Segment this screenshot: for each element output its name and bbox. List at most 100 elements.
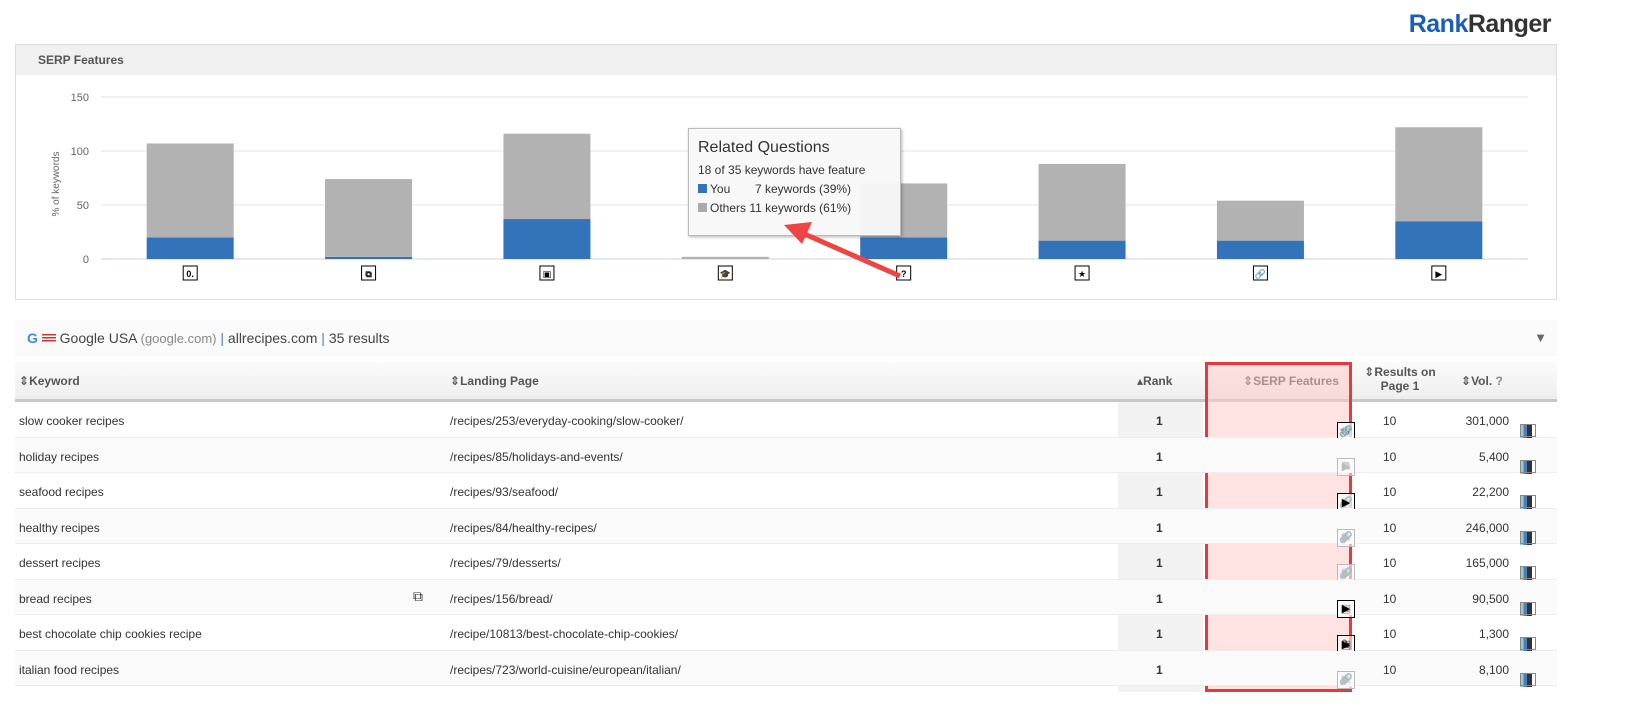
monitor-icon[interactable] — [1520, 495, 1536, 508]
rank-cell: 1 — [1156, 591, 1163, 606]
table-row[interactable]: holiday recipes /recipes/85/holidays-and… — [15, 437, 1557, 476]
keyword-cell[interactable]: dessert recipes — [19, 556, 100, 570]
x-tick-label: ★ — [1078, 269, 1086, 279]
volume-cell: 5,400 — [1478, 449, 1509, 464]
landing-page-cell[interactable]: /recipes/84/healthy-recipes/ — [450, 521, 597, 535]
col-landing-page[interactable]: ⇕Landing Page — [450, 374, 539, 388]
landing-page-cell[interactable]: /recipe/10813/best-chocolate-chip-cookie… — [450, 627, 678, 641]
table-row[interactable]: dessert recipes /recipes/79/desserts/ 1 … — [15, 544, 1557, 582]
monitor-icon[interactable] — [1520, 637, 1536, 650]
you-swatch — [698, 184, 707, 193]
rank-cell: 1 — [1156, 627, 1163, 641]
keyword-cell[interactable]: best chocolate chip cookies recipe — [19, 627, 202, 641]
table-row[interactable]: best chocolate chip cookies recipe /reci… — [15, 615, 1557, 653]
table-row[interactable]: bread recipes ⧉ /recipes/156/bread/ 1 0.… — [15, 579, 1557, 618]
others-swatch — [698, 203, 707, 212]
table-row[interactable]: italian food recipes /recipes/723/world-… — [15, 650, 1557, 689]
volume-cell: 1,300 — [1478, 627, 1509, 641]
results-cell: 10 — [1383, 556, 1397, 570]
serp-feature-icon[interactable]: ▶ — [1337, 670, 1355, 689]
monitor-icon[interactable] — [1520, 566, 1536, 579]
bar-you-video — [1395, 221, 1483, 259]
others-value: 11 keywords (61%) — [749, 201, 852, 215]
rank-cell: 1 — [1156, 485, 1163, 499]
bar-you-site-links — [1216, 240, 1304, 259]
table-row[interactable]: healthy recipes /recipes/84/healthy-reci… — [15, 508, 1557, 547]
monitor-icon[interactable] — [1520, 530, 1536, 544]
y-tick-label: 150 — [71, 92, 89, 104]
results-cell: 10 — [1383, 449, 1397, 464]
bar-you-images — [503, 219, 591, 259]
col-keyword[interactable]: ⇕Keyword — [19, 374, 80, 388]
y-tick-label: 0 — [83, 254, 89, 266]
results-count: 35 results — [328, 330, 390, 346]
landing-page-cell[interactable]: /recipes/79/desserts/ — [450, 556, 561, 570]
col-rank[interactable]: ▴Rank — [1137, 374, 1172, 388]
x-tick-label: 🔗 — [1255, 268, 1266, 280]
y-tick-label: 50 — [77, 200, 89, 212]
bar-you-related-questions — [860, 237, 948, 259]
bar-you-reviews — [1038, 240, 1126, 259]
filter-icon[interactable]: ▼ — [1534, 330, 1547, 345]
bar-you-featured-snippet — [146, 237, 234, 259]
col-results-on-page-1[interactable]: ⇕Results on Page 1 — [1355, 365, 1445, 393]
volume-cell: 246,000 — [1465, 520, 1509, 535]
volume-cell: 90,500 — [1472, 591, 1509, 606]
results-cell: 10 — [1383, 520, 1397, 535]
engine-domain: (google.com) — [140, 331, 217, 346]
you-value: 7 keywords (39%) — [755, 182, 852, 196]
bar-others-images — [503, 133, 591, 220]
tooltip-title: Related Questions — [698, 139, 830, 156]
results-cell: 10 — [1383, 627, 1397, 641]
table-row[interactable]: slow cooker recipes /recipes/253/everyda… — [15, 402, 1557, 440]
x-tick-label: ? — [901, 269, 907, 279]
chart-tooltip: Related Questions 18 of 35 keywords have… — [688, 128, 901, 236]
rank-cell: 1 — [1156, 414, 1163, 428]
landing-page-cell[interactable]: /recipes/156/bread/ — [450, 592, 553, 606]
keyword-cell[interactable]: bread recipes — [19, 592, 92, 606]
bar-others-reviews — [1038, 163, 1126, 241]
results-cell: 10 — [1383, 485, 1397, 499]
engine-name: Google USA — [59, 330, 137, 346]
keyword-cell[interactable]: slow cooker recipes — [19, 414, 124, 428]
bar-others-featured-snippet — [146, 143, 234, 238]
results-cell: 10 — [1383, 591, 1397, 606]
x-tick-label: ▣ — [543, 269, 552, 279]
col-volume[interactable]: ⇕Vol. ? — [1461, 374, 1503, 388]
bar-others-video — [1395, 127, 1483, 222]
landing-page-cell[interactable]: /recipes/723/world-cuisine/european/ital… — [450, 663, 681, 677]
bar-others-carousel — [325, 179, 413, 257]
monitor-icon[interactable] — [1520, 459, 1536, 473]
volume-cell: 22,200 — [1472, 485, 1509, 499]
bar-others-site-links — [1216, 200, 1304, 241]
rankranger-logo: RankRanger — [1408, 10, 1552, 38]
tooltip-summary: 18 of 35 keywords have feature — [698, 163, 866, 177]
results-info-bar: G Google USA (google.com) | allrecipes.c… — [15, 320, 1557, 356]
landing-page-cell[interactable]: /recipes/93/seafood/ — [450, 485, 558, 499]
rank-cell: 1 — [1156, 556, 1163, 570]
landing-page-cell[interactable]: /recipes/253/everyday-cooking/slow-cooke… — [450, 414, 683, 428]
monitor-icon[interactable] — [1520, 424, 1536, 437]
you-label: You — [710, 182, 731, 196]
results-cell: 10 — [1383, 414, 1397, 428]
x-tick-label: ▶ — [1435, 269, 1442, 279]
table-row[interactable]: seafood recipes /recipes/93/seafood/ 1 0… — [15, 473, 1557, 511]
keyword-cell[interactable]: seafood recipes — [19, 485, 104, 499]
bar-others-knowledge-panel — [681, 256, 769, 259]
keyword-cell[interactable]: italian food recipes — [19, 663, 119, 677]
google-icon: G — [27, 330, 38, 346]
x-tick-label: 🎓 — [720, 269, 731, 279]
landing-page-cell[interactable]: /recipes/85/holidays-and-events/ — [450, 450, 623, 464]
volume-cell: 165,000 — [1465, 556, 1509, 570]
keyword-cell[interactable]: healthy recipes — [19, 521, 100, 535]
monitor-icon[interactable] — [1520, 672, 1536, 686]
volume-cell: 301,000 — [1465, 414, 1509, 428]
keyword-cell[interactable]: holiday recipes — [19, 450, 99, 464]
monitor-icon[interactable] — [1520, 601, 1536, 615]
site-name: allrecipes.com — [227, 330, 318, 346]
others-label: Others — [710, 201, 747, 215]
window-icon[interactable]: ⧉ — [413, 588, 423, 605]
y-tick-label: 100 — [71, 146, 89, 158]
volume-cell: 8,100 — [1478, 662, 1509, 677]
us-flag-icon — [41, 334, 56, 343]
